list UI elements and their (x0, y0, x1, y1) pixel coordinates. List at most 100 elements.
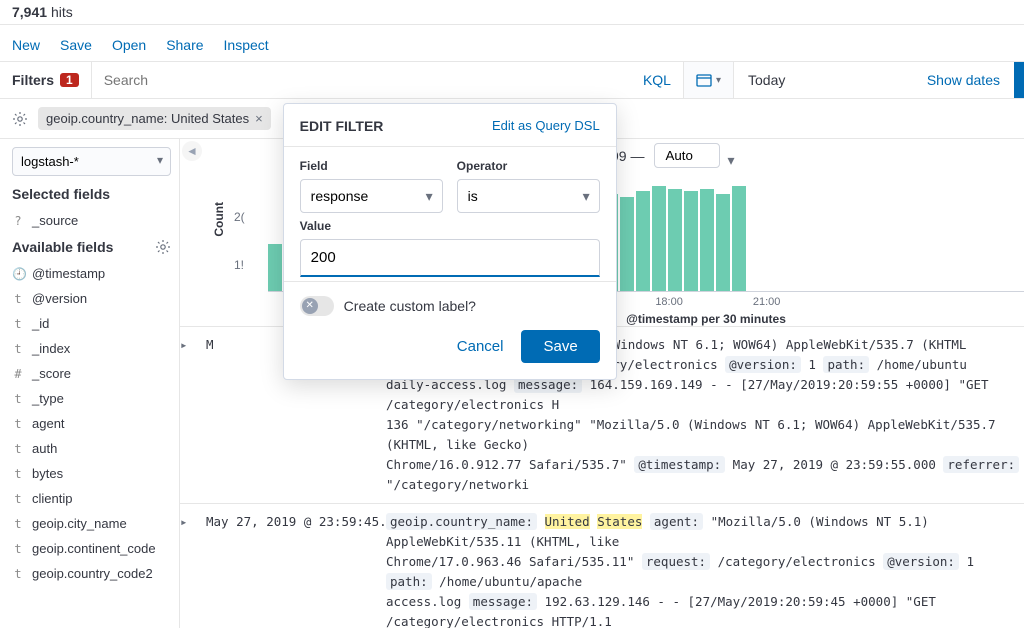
doc-timestamp: May 27, 2019 @ 23:59:45.000 (206, 512, 374, 628)
index-pattern-select[interactable]: logstash-* (12, 147, 171, 176)
refresh-button-edge[interactable] (1014, 62, 1024, 98)
document-row: ▸May 27, 2019 @ 23:59:45.000geoip.countr… (180, 503, 1024, 628)
field-pill: @version: (883, 553, 959, 570)
collapse-sidebar-button[interactable]: ◄ (182, 141, 202, 161)
operator-label: Operator (457, 159, 600, 173)
hits-label: hits (51, 4, 73, 20)
search-input[interactable] (92, 62, 631, 98)
doc-source: geoip.country_name: United States agent:… (386, 512, 1024, 628)
field-name: _type (32, 391, 64, 406)
calendar-button[interactable]: ▾ (684, 62, 734, 98)
save-button[interactable]: Save (521, 330, 599, 363)
chart-yaxis: 2( 1! (234, 172, 264, 272)
field-type-icon: t (12, 567, 24, 581)
value-input[interactable] (300, 239, 600, 277)
field-pill: message: (469, 593, 537, 610)
field-pill: @timestamp: (634, 456, 725, 473)
chevron-down-icon: ▾ (716, 75, 721, 86)
field-type-icon: t (12, 292, 24, 306)
histogram-bar[interactable] (652, 186, 666, 291)
field-_type[interactable]: t _type (12, 386, 171, 411)
field-clientip[interactable]: t clientip (12, 486, 171, 511)
tab-open[interactable]: Open (112, 37, 146, 53)
expand-icon[interactable]: ▸ (180, 335, 194, 495)
tab-inspect[interactable]: Inspect (224, 37, 269, 53)
field-_score[interactable]: #_score (12, 361, 171, 386)
highlight: States (597, 514, 642, 529)
field-geoip.continent_code[interactable]: t geoip.continent_code (12, 536, 171, 561)
field-@version[interactable]: t @version (12, 286, 171, 311)
filter-pill-geoip[interactable]: geoip.country_name: United States × (38, 107, 271, 130)
field-type-icon: t (12, 542, 24, 556)
custom-label-text: Create custom label? (344, 298, 476, 314)
field-type-icon: t (12, 517, 24, 531)
field-_id[interactable]: t_id (12, 311, 171, 336)
available-fields-title: Available fields (12, 239, 113, 255)
field-type-icon: t (12, 467, 24, 481)
field-agent[interactable]: tagent (12, 411, 171, 436)
top-tabs: New Save Open Share Inspect (0, 25, 1024, 62)
field-name: @timestamp (32, 266, 105, 281)
field-name: bytes (32, 466, 63, 481)
filter-pill-text: geoip.country_name: United States (46, 111, 249, 126)
histogram-bar[interactable] (716, 194, 730, 291)
edit-filter-popover: EDIT FILTER Edit as Query DSL Field resp… (283, 103, 617, 380)
field-pill: path: (386, 573, 432, 590)
field-pill: referrer: (943, 456, 1019, 473)
field-type-icon: t (12, 492, 24, 506)
operator-select[interactable]: is (457, 179, 600, 213)
field-_source[interactable]: ?_source (12, 208, 171, 233)
filters-count-badge: 1 (60, 73, 79, 87)
kql-toggle[interactable]: KQL (631, 62, 683, 98)
field-name: _index (32, 341, 70, 356)
popover-title: EDIT FILTER (300, 118, 384, 134)
close-icon[interactable]: × (255, 111, 263, 126)
sidebar: logstash-* Selected fields ?_source Avai… (0, 139, 180, 628)
tab-share[interactable]: Share (166, 37, 203, 53)
chart-ylabel: Count (212, 202, 226, 237)
histogram-bar[interactable] (620, 197, 634, 291)
field-pill: geoip.country_name: (386, 513, 537, 530)
filter-settings-gear-icon[interactable] (12, 111, 28, 127)
field-auth[interactable]: tauth (12, 436, 171, 461)
hits-count: 7,941 (12, 4, 47, 20)
histogram-bar[interactable] (700, 189, 714, 291)
field-name: auth (32, 441, 57, 456)
interval-select[interactable]: Auto (654, 143, 720, 168)
field-_index[interactable]: t _index (12, 336, 171, 361)
field-geoip.country_code2[interactable]: t geoip.country_code2 (12, 561, 171, 586)
histogram-bar[interactable] (684, 191, 698, 291)
histogram-bar[interactable] (636, 191, 650, 291)
date-value[interactable]: Today (748, 72, 785, 88)
cancel-button[interactable]: Cancel (457, 330, 504, 363)
highlight: United (545, 514, 590, 529)
tab-new[interactable]: New (12, 37, 40, 53)
filter-pills-row: geoip.country_name: United States × + Ad… (0, 99, 1024, 139)
field-geoip.city_name[interactable]: tgeoip.city_name (12, 511, 171, 536)
date-picker: ▾ Today Show dates (683, 62, 1014, 98)
expand-icon[interactable]: ▸ (180, 512, 194, 628)
field-name: _source (32, 213, 78, 228)
field-name: clientip (32, 491, 72, 506)
field-bytes[interactable]: tbytes (12, 461, 171, 486)
histogram-bar[interactable] (732, 186, 746, 291)
field-name: @version (32, 291, 87, 306)
field-name: geoip.continent_code (32, 541, 156, 556)
tab-save[interactable]: Save (60, 37, 92, 53)
field-name: _score (32, 366, 71, 381)
filters-label: Filters (12, 72, 54, 88)
gear-icon[interactable] (155, 239, 171, 255)
field-pill: agent: (650, 513, 703, 530)
histogram-bar[interactable] (268, 244, 282, 291)
field-@timestamp[interactable]: 🕘@timestamp (12, 261, 171, 286)
edit-as-dsl-link[interactable]: Edit as Query DSL (492, 118, 600, 133)
custom-label-toggle[interactable]: ✕ (300, 296, 334, 316)
field-pill: path: (823, 356, 869, 373)
filters-label-box[interactable]: Filters 1 (0, 62, 92, 98)
histogram-bar[interactable] (668, 189, 682, 291)
show-dates-link[interactable]: Show dates (927, 72, 1000, 88)
field-select[interactable]: response (300, 179, 443, 213)
field-type-icon: t (12, 342, 24, 356)
field-type-icon: t (12, 392, 24, 406)
field-name: geoip.country_code2 (32, 566, 153, 581)
